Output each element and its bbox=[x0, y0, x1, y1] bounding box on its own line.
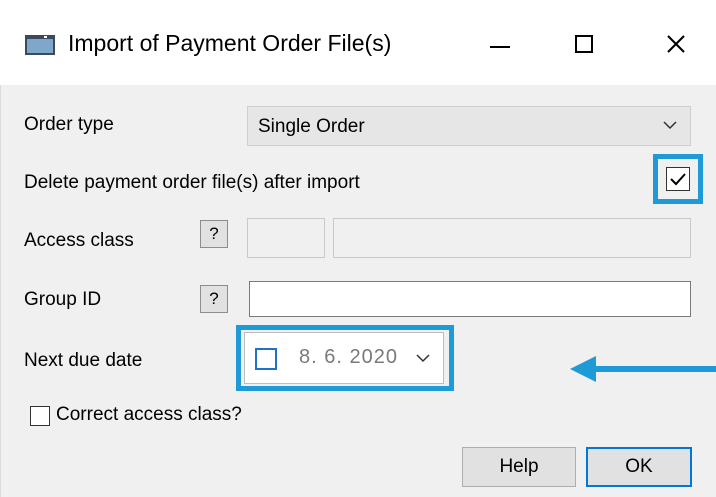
correct-access-class-label[interactable]: Correct access class? bbox=[56, 404, 242, 426]
ok-button[interactable]: OK bbox=[586, 447, 692, 487]
app-window-icon bbox=[25, 35, 55, 55]
maximize-icon bbox=[575, 35, 593, 53]
correct-access-class-checkbox[interactable] bbox=[30, 406, 50, 426]
maximize-button[interactable] bbox=[560, 26, 608, 62]
access-class-help-button[interactable]: ? bbox=[200, 220, 228, 248]
order-type-label: Order type bbox=[24, 114, 114, 135]
group-id-input[interactable] bbox=[249, 281, 691, 317]
order-type-value: Single Order bbox=[258, 116, 365, 137]
window-title: Import of Payment Order File(s) bbox=[68, 30, 392, 56]
next-due-date-picker[interactable]: 8. 6. 2020 bbox=[244, 332, 444, 384]
next-due-date-checkbox[interactable] bbox=[255, 348, 277, 370]
left-arrow-annotation bbox=[570, 356, 716, 382]
title-bar[interactable]: Import of Payment Order File(s) bbox=[0, 0, 716, 85]
access-class-code-field[interactable] bbox=[247, 218, 325, 258]
group-id-help-button[interactable]: ? bbox=[200, 285, 228, 313]
chevron-down-icon bbox=[663, 121, 677, 130]
group-id-label: Group ID bbox=[24, 289, 102, 310]
close-button[interactable] bbox=[652, 26, 700, 62]
import-dialog-window: Import of Payment Order File(s) Order ty… bbox=[0, 0, 716, 497]
checkmark-icon bbox=[670, 173, 686, 186]
access-class-label: Access class bbox=[24, 230, 134, 251]
next-due-date-label: Next due date bbox=[24, 350, 143, 371]
help-button[interactable]: Help bbox=[462, 447, 576, 487]
chevron-down-icon[interactable] bbox=[415, 350, 431, 366]
minimize-icon bbox=[490, 46, 510, 48]
delete-after-import-label: Delete payment order file(s) after impor… bbox=[24, 172, 360, 193]
access-class-name-field[interactable] bbox=[333, 218, 691, 258]
delete-after-import-checkbox[interactable] bbox=[666, 167, 690, 191]
next-due-date-value: 8. 6. 2020 bbox=[299, 346, 398, 368]
order-type-dropdown[interactable]: Single Order bbox=[247, 106, 691, 146]
minimize-button[interactable] bbox=[476, 26, 524, 62]
close-icon bbox=[667, 35, 685, 53]
